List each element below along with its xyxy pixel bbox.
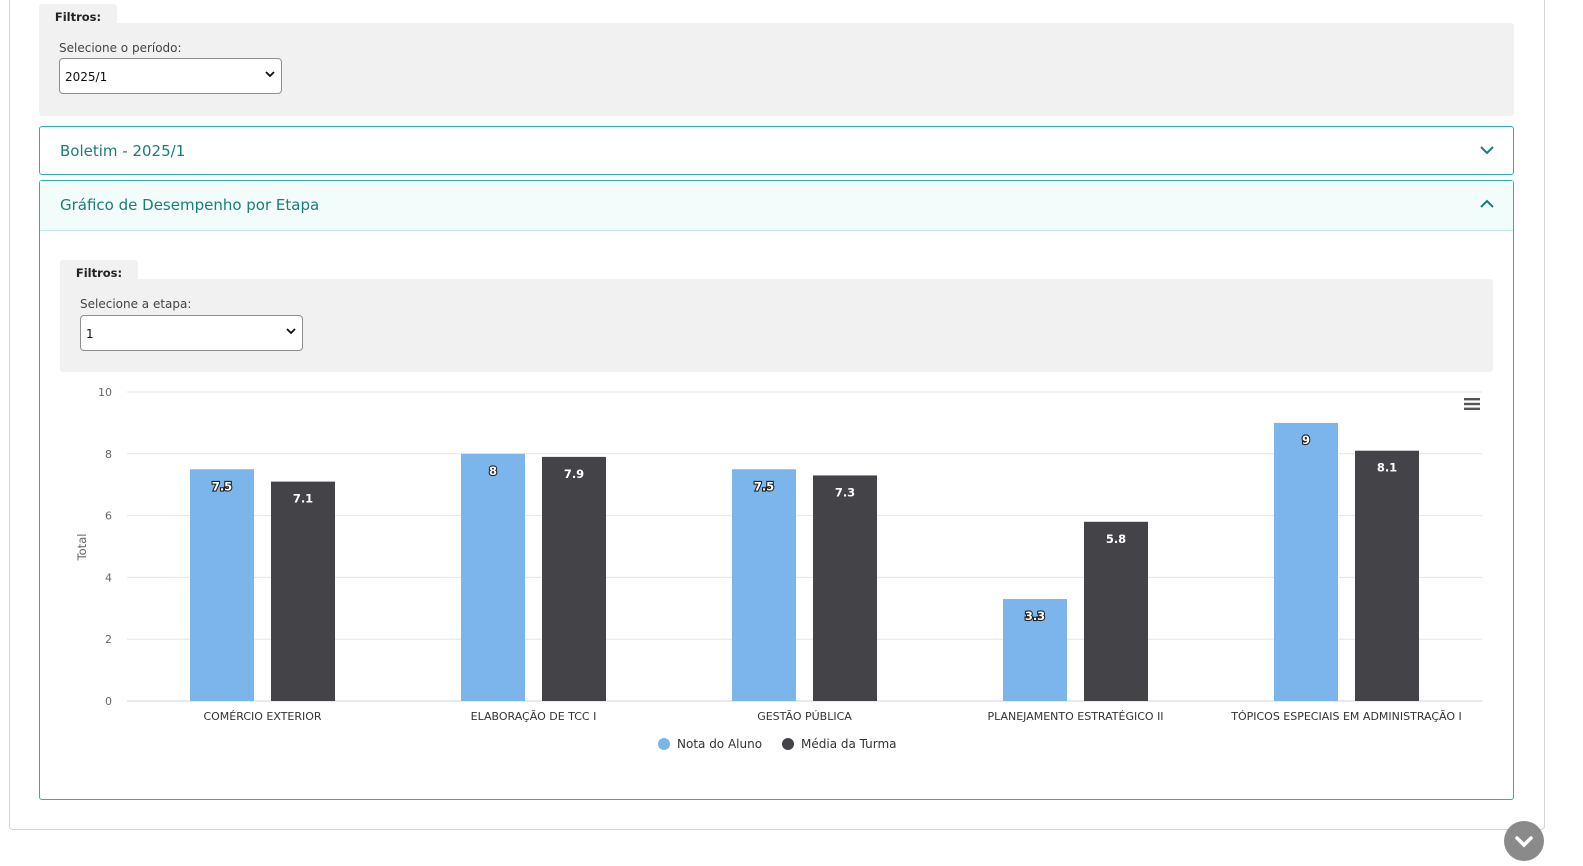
y-axis-title: Total bbox=[75, 534, 89, 562]
data-label: 7.5 bbox=[754, 479, 774, 493]
period-select[interactable]: 2025/1 bbox=[59, 58, 282, 94]
performance-chart: 0 2 4 6 8 10 Total 7.5 7.1 COMÉRCIO EXTERIOR 8 7.9 E… bbox=[75, 386, 1482, 751]
y-tick-label: 6 bbox=[105, 510, 112, 523]
hamburger-menu-icon[interactable] bbox=[1463, 397, 1481, 411]
desempenho-title: Gráfico de Desempenho por Etapa bbox=[60, 196, 320, 214]
data-label: 8 bbox=[489, 464, 497, 478]
etapa-select[interactable]: 1 bbox=[80, 315, 303, 351]
data-label: 7.3 bbox=[835, 485, 855, 499]
chart-bar[interactable] bbox=[1355, 450, 1419, 701]
legend-label[interactable]: Média da Turma bbox=[801, 737, 897, 751]
data-label: 7.9 bbox=[564, 467, 584, 481]
x-tick-label: TÓPICOS ESPECIAIS EM ADMINISTRAÇÃO I bbox=[1230, 710, 1462, 723]
chevron-down-icon bbox=[1515, 836, 1533, 848]
chevron-up-icon[interactable] bbox=[1479, 196, 1495, 212]
chevron-down-icon bbox=[286, 328, 296, 335]
y-tick-label: 4 bbox=[105, 571, 112, 584]
etapa-filter-panel: Selecione a etapa: 1 bbox=[60, 279, 1493, 372]
data-label: 3.3 bbox=[1025, 609, 1045, 623]
desempenho-accordion-header[interactable]: Gráfico de Desempenho por Etapa bbox=[40, 181, 1513, 231]
x-tick-label: ELABORAÇÃO DE TCC I bbox=[471, 710, 597, 723]
chart-bar[interactable] bbox=[271, 481, 335, 701]
data-label: 5.8 bbox=[1106, 532, 1126, 546]
chevron-down-icon bbox=[265, 71, 275, 78]
y-tick-label: 8 bbox=[105, 448, 112, 461]
x-tick-label: GESTÃO PÚBLICA bbox=[757, 710, 852, 723]
boletim-accordion: Boletim - 2025/1 bbox=[39, 126, 1514, 175]
chart-bar[interactable] bbox=[1084, 521, 1148, 701]
legend-label[interactable]: Nota do Aluno bbox=[677, 737, 762, 751]
y-tick-label: 10 bbox=[98, 386, 112, 399]
chart-bar[interactable] bbox=[542, 456, 606, 701]
x-tick-label: COMÉRCIO EXTERIOR bbox=[203, 710, 321, 723]
y-tick-label: 0 bbox=[105, 695, 112, 708]
chart-bar[interactable] bbox=[1274, 422, 1338, 701]
legend-marker[interactable] bbox=[658, 738, 670, 750]
y-tick-label: 2 bbox=[105, 633, 112, 646]
chart-bar[interactable] bbox=[461, 453, 525, 701]
legend-marker[interactable] bbox=[782, 738, 794, 750]
boletim-title: Boletim - 2025/1 bbox=[60, 142, 186, 160]
data-label: 9 bbox=[1302, 433, 1310, 447]
data-label: 8.1 bbox=[1377, 461, 1397, 475]
chevron-down-icon[interactable] bbox=[1479, 142, 1495, 158]
chart-bar[interactable] bbox=[190, 469, 254, 701]
chart-bar[interactable] bbox=[813, 475, 877, 701]
chart-bar[interactable] bbox=[732, 469, 796, 701]
data-label: 7.1 bbox=[293, 492, 313, 506]
period-select-value: 2025/1 bbox=[65, 70, 108, 84]
etapa-select-value: 1 bbox=[86, 327, 94, 341]
data-label: 7.5 bbox=[212, 479, 232, 493]
scroll-down-button[interactable] bbox=[1504, 821, 1544, 861]
x-tick-label: PLANEJAMENTO ESTRATÉGICO II bbox=[987, 710, 1163, 723]
period-filter-panel: Selecione o período: 2025/1 bbox=[39, 23, 1514, 116]
boletim-accordion-header[interactable]: Boletim - 2025/1 bbox=[40, 127, 1513, 175]
period-select-label: Selecione o período: bbox=[59, 41, 182, 55]
etapa-select-label: Selecione a etapa: bbox=[80, 297, 192, 311]
